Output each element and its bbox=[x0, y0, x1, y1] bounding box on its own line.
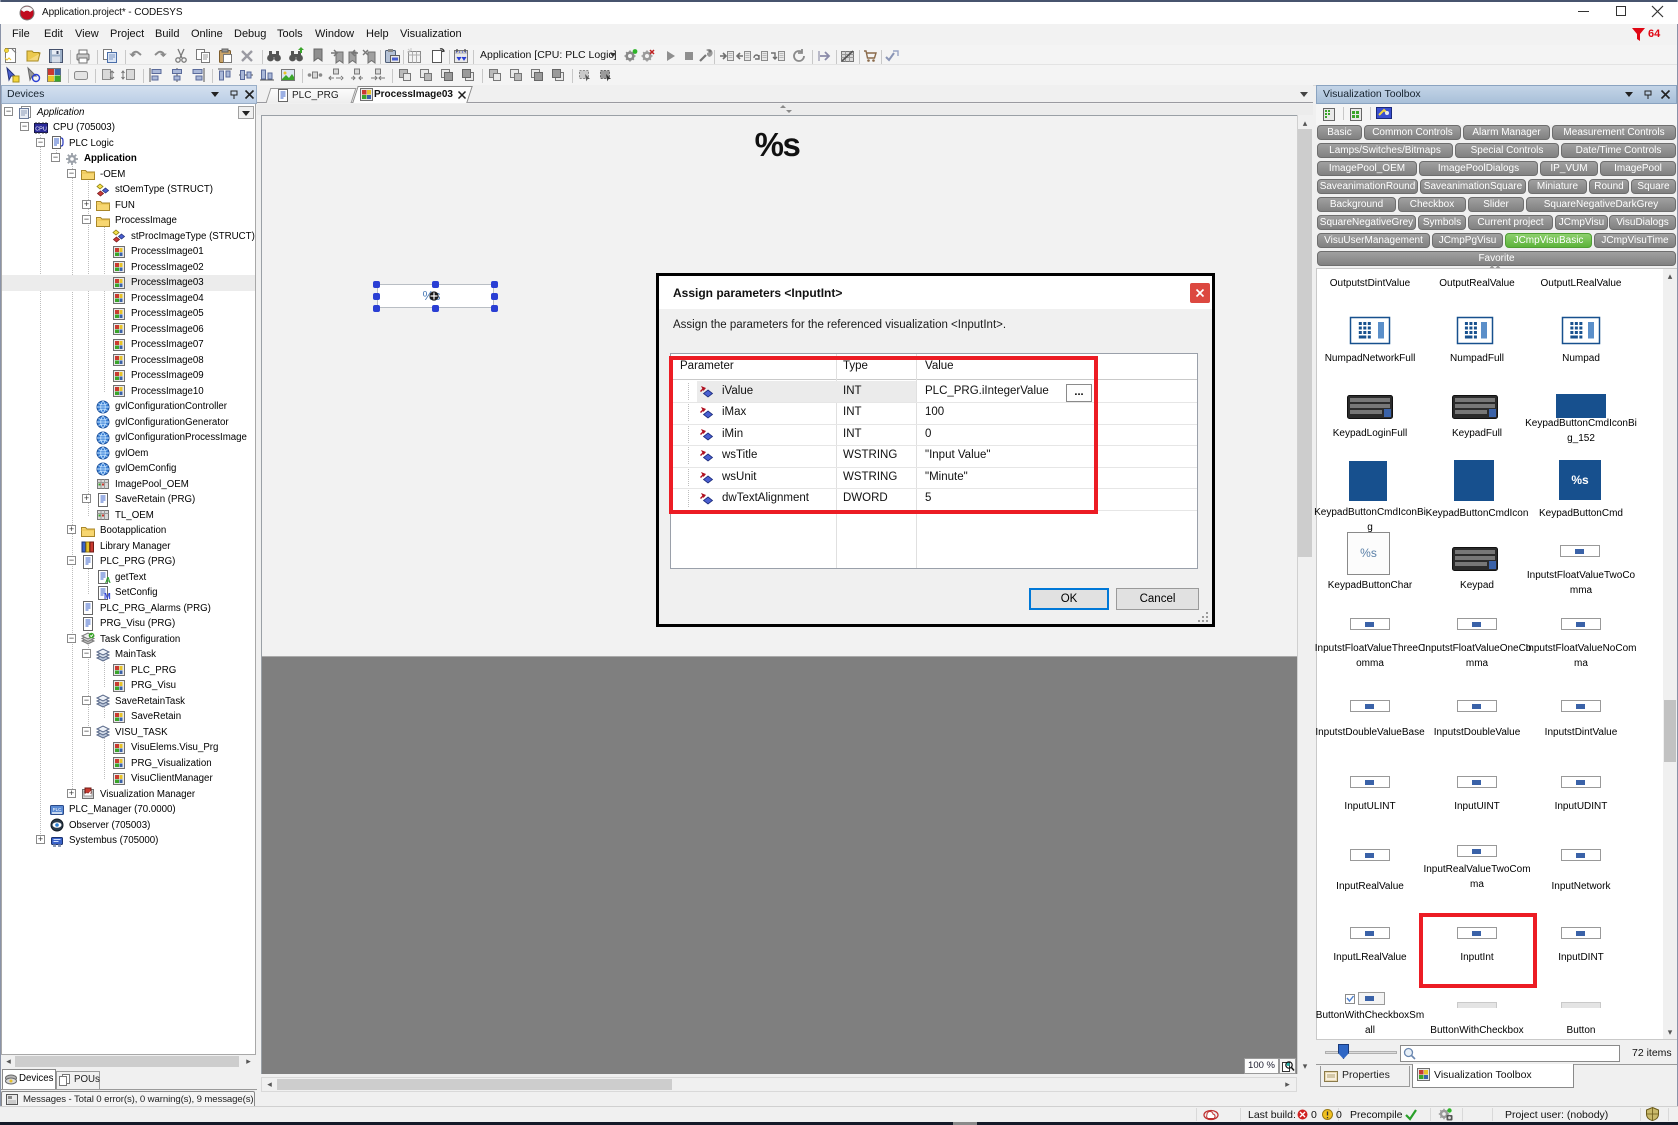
svg-text:A: A bbox=[105, 576, 111, 585]
svg-text:CPU: CPU bbox=[35, 126, 47, 132]
svg-text:M: M bbox=[104, 592, 111, 601]
svg-text:PLC: PLC bbox=[53, 807, 63, 812]
